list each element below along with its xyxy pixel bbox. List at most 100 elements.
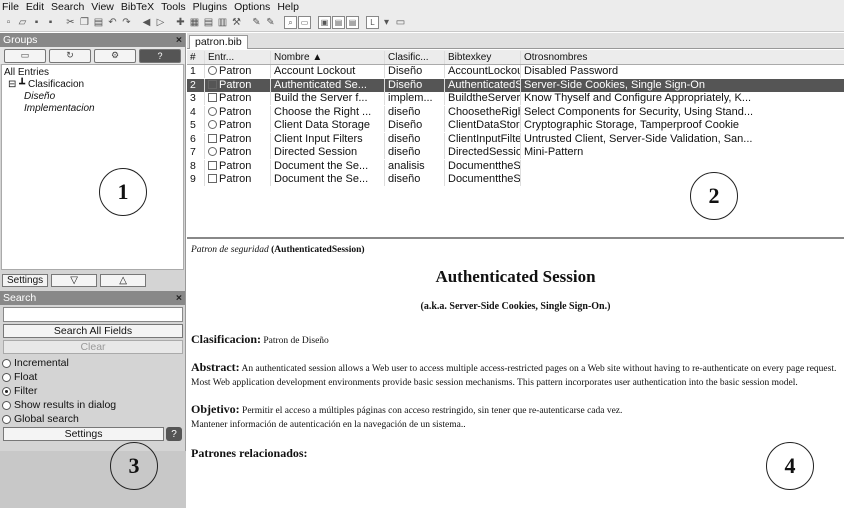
tools-icon[interactable]: ⚒: [230, 16, 243, 29]
close-search-icon[interactable]: ×: [176, 292, 182, 304]
cell-nombre-text: Client Data Storage: [274, 119, 370, 132]
group-all-entries[interactable]: All Entries: [4, 67, 181, 79]
new-group-button[interactable]: ▭: [4, 48, 46, 63]
tab-patron-bib[interactable]: patron.bib: [189, 35, 248, 49]
search-all-fields-button[interactable]: Search All Fields: [3, 324, 183, 338]
menu-bibtex[interactable]: BibTeX: [121, 1, 154, 13]
menu-edit[interactable]: Edit: [26, 1, 44, 13]
mark-icon[interactable]: ✎: [250, 16, 263, 29]
groups-icon[interactable]: ▣: [318, 16, 331, 29]
new-entry-icon[interactable]: ✚: [174, 16, 187, 29]
save-icon[interactable]: ▪: [30, 16, 43, 29]
back-icon[interactable]: ◀: [140, 16, 153, 29]
cell-entrytype: Patron: [205, 105, 271, 119]
move-up-button[interactable]: △: [100, 273, 147, 287]
table-row[interactable]: 2 Patron Authenticated Se... Diseño Authenti…: [187, 78, 844, 92]
forward-icon[interactable]: ▷: [154, 16, 167, 29]
clear-button[interactable]: Clear: [3, 340, 183, 354]
preview-abstract-label: Abstract:: [191, 360, 240, 374]
table-row[interactable]: 1 Patron Account Lockout Diseño AccountLocko…: [187, 65, 844, 79]
table-row[interactable]: 7 Patron Directed Session diseño DirectedSes…: [187, 146, 844, 160]
table-row[interactable]: 6 Patron Client Input Filters diseño ClientI…: [187, 132, 844, 147]
option-label: Incremental: [14, 357, 69, 369]
help-icon[interactable]: ?: [166, 427, 182, 441]
dropdown-icon[interactable]: ▾: [380, 16, 393, 29]
search-icon[interactable]: ⌕: [284, 16, 297, 29]
cell-number: 4: [187, 105, 205, 119]
move-down-button[interactable]: ▽: [51, 273, 98, 287]
search-input[interactable]: [3, 307, 183, 322]
new-file-icon[interactable]: ▫: [2, 16, 15, 29]
column-header-bibtexkey[interactable]: Bibtexkey: [445, 50, 521, 64]
table-row[interactable]: 5 Patron Client Data Storage Diseño ClientDa…: [187, 119, 844, 133]
preview-icon[interactable]: ▭: [298, 16, 311, 29]
edit-strings-icon[interactable]: ▤: [202, 16, 215, 29]
menu-help[interactable]: Help: [277, 1, 299, 13]
column-header-nombre[interactable]: Nombre ▲: [271, 50, 385, 64]
column-header-otrosnombres[interactable]: Otrosnombres: [521, 51, 844, 64]
radio-selected-icon: [2, 386, 11, 396]
radio-icon: [2, 372, 11, 382]
preview-clasificacion-value: Patron de Diseño: [263, 336, 329, 346]
table-row[interactable]: 3 Patron Build the Server f... implem... Bui…: [187, 92, 844, 106]
search-settings-button[interactable]: Settings: [3, 427, 165, 441]
undo-icon[interactable]: ↶: [106, 16, 119, 29]
copy-icon[interactable]: ❐: [78, 16, 91, 29]
menu-options[interactable]: Options: [234, 1, 270, 13]
entry-type-icon: [208, 147, 217, 157]
cut-icon[interactable]: ✂: [64, 16, 77, 29]
groups-settings-button[interactable]: Settings: [2, 273, 49, 287]
group-clasificacion[interactable]: ⊟ ┻ Clasificacion: [4, 79, 181, 91]
unmark-icon[interactable]: ✎: [264, 16, 277, 29]
table-row[interactable]: 4 Patron Choose the Right ... diseño Chooset…: [187, 105, 844, 120]
cell-nombre-text: Client Input Filters: [274, 132, 363, 145]
column-header-number[interactable]: #: [187, 50, 205, 64]
groups-tree: All Entries ⊟ ┻ Clasificacion Diseño Imp…: [1, 64, 184, 270]
help-icon[interactable]: ?: [139, 48, 181, 63]
group-implementacion[interactable]: Implementacion: [4, 103, 181, 115]
menu-search[interactable]: Search: [51, 1, 84, 13]
cell-number-text: 9: [190, 173, 196, 186]
cell-clasificacion: implem...: [385, 92, 445, 106]
preview-clasificacion-label: Clasificacion:: [191, 332, 261, 346]
column-header-clasificacion[interactable]: Clasific...: [385, 50, 445, 64]
refresh-group-button[interactable]: ↻: [49, 48, 91, 63]
cell-clasificacion-text: diseño: [388, 132, 421, 145]
option-incremental[interactable]: Incremental: [0, 356, 185, 370]
menu-plugins[interactable]: Plugins: [193, 1, 227, 13]
menu-view[interactable]: View: [91, 1, 114, 13]
redo-icon[interactable]: ↷: [120, 16, 133, 29]
push-icon[interactable]: ▭: [394, 16, 407, 29]
column-header-entrytype[interactable]: Entr...: [205, 50, 271, 64]
settings-gear-button[interactable]: ⚙: [94, 48, 136, 63]
cell-otrosnombres-text: Cryptographic Storage, Tamperproof Cooki…: [524, 119, 740, 132]
entry-type-icon: [208, 106, 217, 116]
cell-clasificacion: diseño: [385, 173, 445, 187]
cell-bibtexkey-text: DirectedSession: [448, 146, 521, 159]
fields-icon[interactable]: ▤: [346, 16, 359, 29]
option-global-search[interactable]: Global search: [0, 412, 185, 426]
menu-tools[interactable]: Tools: [161, 1, 186, 13]
latex-icon[interactable]: L: [366, 16, 379, 29]
cell-nombre-text: Authenticated Se...: [274, 78, 367, 91]
cell-otrosnombres: Disabled Password: [521, 65, 844, 78]
cell-entrytype-text: Patron: [219, 132, 252, 145]
paste-icon[interactable]: ▤: [92, 16, 105, 29]
sync-icon[interactable]: ▤: [332, 16, 345, 29]
option-show-results-dialog[interactable]: Show results in dialog: [0, 398, 185, 412]
entry-type-icon: [208, 133, 217, 143]
cell-entrytype: Patron: [205, 65, 271, 79]
open-file-icon[interactable]: ▱: [16, 16, 29, 29]
edit-entry-icon[interactable]: ▦: [188, 16, 201, 29]
option-float[interactable]: Float: [0, 370, 185, 384]
table-row[interactable]: 9 Patron Document the Se... diseño Documentt…: [187, 173, 844, 187]
table-row[interactable]: 8 Patron Document the Se... analisis Documen…: [187, 159, 844, 174]
group-diseno[interactable]: Diseño: [4, 91, 181, 103]
annotation-marker-2: 2: [690, 172, 738, 220]
menu-file[interactable]: File: [2, 1, 19, 13]
save-all-icon[interactable]: ▪: [44, 16, 57, 29]
cell-clasificacion: diseño: [385, 146, 445, 160]
close-groups-icon[interactable]: ×: [176, 34, 182, 46]
option-filter[interactable]: Filter: [0, 384, 185, 398]
edit-preamble-icon[interactable]: ▥: [216, 16, 229, 29]
